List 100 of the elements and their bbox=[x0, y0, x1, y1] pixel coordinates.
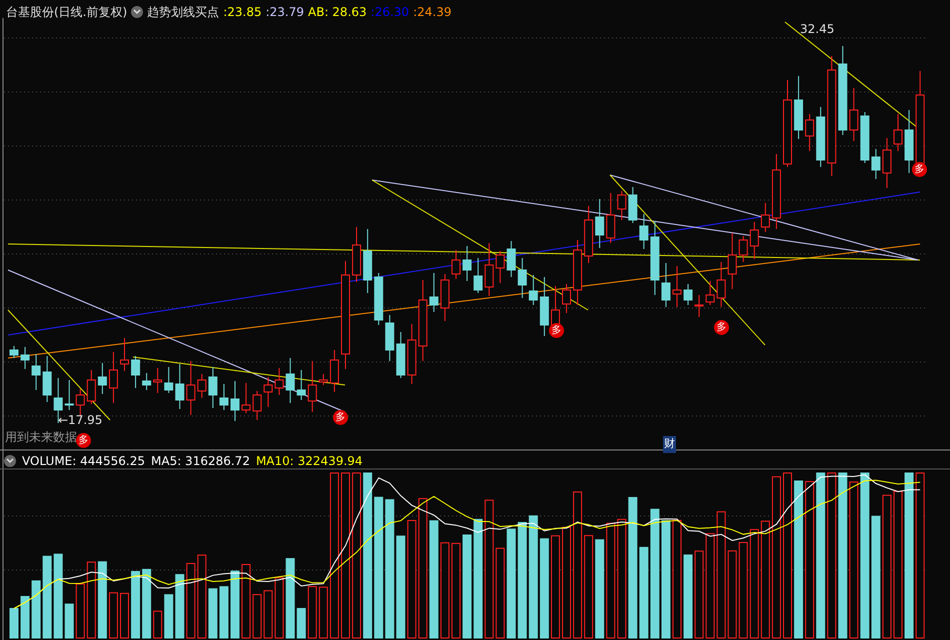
candlestick bbox=[142, 372, 152, 390]
candlestick bbox=[308, 360, 317, 412]
candlestick bbox=[363, 228, 372, 294]
candlestick bbox=[871, 148, 880, 180]
volume-bar bbox=[131, 571, 140, 638]
candlestick bbox=[64, 380, 74, 410]
candlestick bbox=[120, 338, 129, 372]
candlestick bbox=[738, 236, 748, 262]
candlestick bbox=[318, 374, 328, 386]
low-price-label: ←17.95 bbox=[58, 412, 102, 428]
candlestick bbox=[286, 358, 295, 404]
candlestick bbox=[562, 284, 571, 314]
candlestick bbox=[352, 226, 362, 282]
candlestick bbox=[86, 370, 96, 404]
high-price-label: 32.45 bbox=[800, 21, 834, 38]
candlestick bbox=[584, 206, 594, 264]
candlestick bbox=[274, 368, 284, 396]
candlestick bbox=[882, 138, 892, 188]
candlestick bbox=[153, 368, 162, 394]
candlestick bbox=[484, 242, 494, 296]
candlestick bbox=[728, 232, 737, 290]
candlestick bbox=[617, 190, 626, 220]
candlestick bbox=[175, 364, 184, 410]
candlestick bbox=[208, 366, 218, 408]
volume-bar bbox=[296, 608, 306, 638]
candlestick bbox=[672, 266, 682, 308]
volume-value: VOLUME: 444556.25 bbox=[22, 453, 145, 470]
candlestick bbox=[794, 76, 804, 140]
candlestick bbox=[496, 250, 505, 284]
candlestick bbox=[816, 106, 826, 168]
candlestick bbox=[252, 390, 262, 420]
candlestick bbox=[661, 262, 670, 308]
indicator-value: :24.39 bbox=[413, 4, 452, 21]
volume-bar bbox=[64, 604, 74, 638]
volume-value: MA10: 322439.94 bbox=[256, 453, 363, 470]
indicator-value: AB: 28.63 bbox=[308, 4, 367, 21]
volume-bar bbox=[32, 580, 41, 638]
candlestick bbox=[131, 356, 140, 388]
candlestick bbox=[219, 384, 228, 410]
candlestick bbox=[595, 198, 604, 248]
indicator-name: 趋势划线买点 bbox=[147, 4, 220, 21]
candlestick bbox=[76, 388, 85, 416]
candlestick bbox=[242, 382, 251, 414]
candlestick bbox=[230, 380, 240, 422]
candlestick bbox=[330, 350, 339, 392]
indicator-value: :23.79 bbox=[266, 4, 304, 21]
candlestick bbox=[684, 284, 693, 306]
buy-marker: 多 bbox=[549, 323, 564, 338]
candlestick bbox=[606, 192, 616, 244]
candlestick bbox=[197, 374, 206, 398]
volume-bar bbox=[10, 608, 18, 638]
indicator-value: :26.30 bbox=[370, 4, 410, 21]
candlestick bbox=[164, 366, 174, 394]
candlestick bbox=[296, 370, 306, 400]
finance-tag[interactable]: 财 bbox=[663, 436, 676, 452]
candlestick bbox=[528, 274, 538, 306]
candlestick bbox=[628, 186, 638, 224]
candlestick bbox=[694, 294, 704, 318]
candlestick bbox=[506, 240, 516, 278]
chevron-down-icon[interactable] bbox=[4, 455, 16, 467]
candlestick bbox=[462, 246, 472, 282]
chevron-down-icon[interactable] bbox=[131, 6, 144, 18]
volume-value: MA5: 316286.72 bbox=[151, 453, 250, 470]
candlestick bbox=[760, 202, 770, 232]
candlestick bbox=[716, 262, 726, 308]
candlestick bbox=[98, 362, 107, 394]
volume-bar bbox=[208, 588, 218, 638]
volume-bar bbox=[175, 574, 184, 638]
candlestick bbox=[186, 360, 196, 416]
indicator-value: :23.85 bbox=[223, 4, 262, 21]
candlestick bbox=[440, 274, 450, 322]
candlestick bbox=[407, 324, 416, 384]
candlestick bbox=[904, 110, 914, 174]
buy-marker: 多 bbox=[76, 433, 91, 448]
candlestick bbox=[706, 280, 715, 306]
volume-bar bbox=[142, 568, 152, 638]
candlestick bbox=[805, 114, 814, 152]
candlestick bbox=[639, 214, 648, 250]
buy-marker: 多 bbox=[714, 320, 729, 335]
buy-marker: 多 bbox=[333, 410, 348, 425]
candlestick bbox=[385, 314, 394, 362]
candlestick bbox=[860, 112, 870, 164]
volume-bar bbox=[230, 570, 240, 638]
candlestick bbox=[750, 222, 759, 260]
buy-marker: 多 bbox=[912, 162, 927, 177]
future-data-note: 用到未来数据 bbox=[5, 429, 77, 445]
candlestick bbox=[10, 346, 18, 358]
candlestick bbox=[20, 346, 30, 370]
candlestick bbox=[849, 88, 858, 142]
candlestick bbox=[452, 250, 460, 280]
candlestick bbox=[32, 354, 41, 390]
candlestick bbox=[573, 240, 582, 306]
candlestick bbox=[264, 376, 273, 408]
volume-bar bbox=[164, 594, 174, 638]
candlestick bbox=[474, 258, 483, 294]
candlestick bbox=[894, 114, 902, 152]
volume-bar bbox=[219, 586, 228, 638]
stock-title: 台基股份(日线.前复权) bbox=[6, 4, 128, 21]
candlestick bbox=[518, 258, 527, 298]
candlestick bbox=[374, 272, 384, 326]
